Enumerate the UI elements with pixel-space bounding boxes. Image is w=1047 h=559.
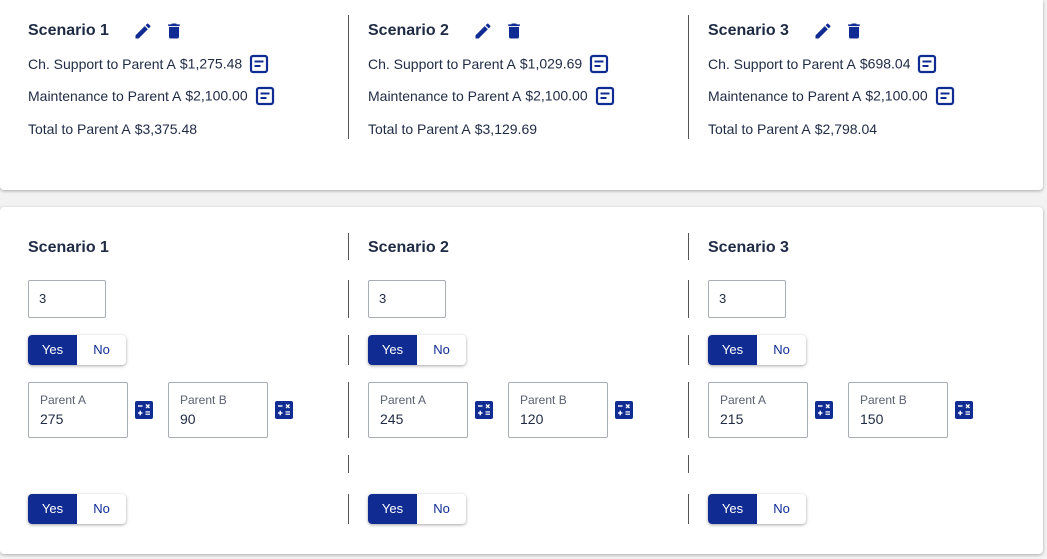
notes-icon[interactable] — [249, 54, 269, 74]
scenario-title: Scenario 3 — [708, 239, 789, 256]
maintenance-line: Maintenance to Parent A $2,100.00 — [28, 86, 275, 107]
notes-icon[interactable] — [935, 86, 955, 106]
maintenance-line: Maintenance to Parent A $2,100.00 — [368, 86, 615, 107]
scenario-title: Scenario 3 — [708, 22, 789, 39]
yes-option[interactable]: Yes — [28, 494, 77, 524]
total-value: $3,375.48 — [134, 121, 198, 137]
total-label: Total to Parent A — [368, 121, 471, 137]
input-scenario-1: Scenario 1 3 Yes No Parent A 275 Parent … — [28, 207, 358, 554]
total-label: Total to Parent A — [28, 121, 131, 137]
parent-b-value: 150 — [860, 411, 884, 427]
notes-icon[interactable] — [917, 54, 937, 74]
total-label: Total to Parent A — [708, 121, 811, 137]
yes-no-toggle: Yes No — [708, 494, 806, 524]
calculator-icon[interactable] — [955, 401, 973, 419]
support-line: Ch. Support to Parent A $698.04 — [708, 54, 937, 75]
no-option[interactable]: No — [417, 494, 466, 524]
support-label: Ch. Support to Parent A — [368, 55, 516, 72]
input-scenario-2: Scenario 2 3 Yes No Parent A 245 Parent … — [368, 207, 698, 554]
parent-a-value: 275 — [40, 411, 64, 427]
support-value: $1,029.69 — [519, 55, 583, 72]
inputs-card: Scenario 1 3 Yes No Parent A 275 Parent … — [0, 207, 1043, 554]
parent-b-label: Parent B — [520, 393, 567, 407]
edit-icon[interactable] — [813, 21, 833, 41]
total-line: Total to Parent A $3,129.69 — [368, 121, 537, 137]
parent-b-field[interactable]: Parent B 90 — [168, 382, 268, 438]
yes-no-toggle: Yes No — [368, 335, 466, 365]
children-count-input[interactable]: 3 — [368, 280, 446, 318]
notes-icon[interactable] — [255, 86, 275, 106]
parent-b-field[interactable]: Parent B 120 — [508, 382, 608, 438]
scenario-title: Scenario 1 — [28, 239, 109, 256]
yes-option[interactable]: Yes — [28, 335, 77, 365]
support-value: $698.04 — [859, 55, 911, 72]
support-value: $1,275.48 — [179, 55, 243, 72]
calculator-icon[interactable] — [615, 401, 633, 419]
calculator-icon[interactable] — [475, 401, 493, 419]
maintenance-value: $2,100.00 — [185, 87, 248, 104]
yes-option[interactable]: Yes — [368, 494, 417, 524]
parent-b-value: 90 — [180, 411, 196, 427]
no-option[interactable]: No — [757, 494, 806, 524]
parent-b-field[interactable]: Parent B 150 — [848, 382, 948, 438]
notes-icon[interactable] — [589, 54, 609, 74]
yes-option[interactable]: Yes — [708, 494, 757, 524]
support-line: Ch. Support to Parent A $1,275.48 — [28, 54, 269, 75]
yes-option[interactable]: Yes — [708, 335, 757, 365]
yes-no-toggle: Yes No — [708, 335, 806, 365]
no-option[interactable]: No — [757, 335, 806, 365]
parent-b-label: Parent B — [860, 393, 907, 407]
input-scenario-3: Scenario 3 3 Yes No Parent A 215 Parent … — [708, 207, 1038, 554]
support-label: Ch. Support to Parent A — [708, 55, 856, 72]
scenario-title: Scenario 2 — [368, 22, 449, 39]
total-value: $2,798.04 — [814, 121, 878, 137]
maintenance-label: Maintenance to Parent A — [28, 87, 182, 104]
no-option[interactable]: No — [77, 494, 126, 524]
yes-option[interactable]: Yes — [368, 335, 417, 365]
trash-icon[interactable] — [504, 21, 524, 41]
maintenance-value: $2,100.00 — [865, 87, 928, 104]
summary-scenario-2: Scenario 2 Ch. Support to Parent A $1,029… — [368, 0, 698, 190]
summary-scenario-1: Scenario 1 Ch. Support to Parent A $1,275… — [28, 0, 358, 190]
support-line: Ch. Support to Parent A $1,029.69 — [368, 54, 609, 75]
maintenance-line: Maintenance to Parent A $2,100.00 — [708, 86, 955, 107]
children-count-input[interactable]: 3 — [28, 280, 106, 318]
yes-no-toggle: Yes No — [368, 494, 466, 524]
scenario-title: Scenario 2 — [368, 239, 449, 256]
no-option[interactable]: No — [417, 335, 466, 365]
total-line: Total to Parent A $2,798.04 — [708, 121, 877, 137]
maintenance-label: Maintenance to Parent A — [368, 87, 522, 104]
calculator-icon[interactable] — [275, 401, 293, 419]
children-count-input[interactable]: 3 — [708, 280, 786, 318]
parent-a-value: 245 — [380, 411, 404, 427]
edit-icon[interactable] — [473, 21, 493, 41]
parent-a-field[interactable]: Parent A 215 — [708, 382, 808, 438]
total-value: $3,129.69 — [474, 121, 538, 137]
parent-a-field[interactable]: Parent A 275 — [28, 382, 128, 438]
parent-a-label: Parent A — [380, 393, 427, 407]
trash-icon[interactable] — [844, 21, 864, 41]
yes-no-toggle: Yes No — [28, 335, 126, 365]
parent-a-field[interactable]: Parent A 245 — [368, 382, 468, 438]
edit-icon[interactable] — [133, 21, 153, 41]
maintenance-value: $2,100.00 — [525, 87, 588, 104]
parent-b-label: Parent B — [180, 393, 227, 407]
parent-b-value: 120 — [520, 411, 544, 427]
support-label: Ch. Support to Parent A — [28, 55, 176, 72]
trash-icon[interactable] — [164, 21, 184, 41]
calculator-icon[interactable] — [135, 401, 153, 419]
scenario-title: Scenario 1 — [28, 22, 109, 39]
parent-a-label: Parent A — [720, 393, 767, 407]
maintenance-label: Maintenance to Parent A — [708, 87, 862, 104]
notes-icon[interactable] — [595, 86, 615, 106]
no-option[interactable]: No — [77, 335, 126, 365]
parent-a-label: Parent A — [40, 393, 87, 407]
summary-card: Scenario 1 Ch. Support to Parent A $1,275… — [0, 0, 1043, 190]
yes-no-toggle: Yes No — [28, 494, 126, 524]
parent-a-value: 215 — [720, 411, 744, 427]
total-line: Total to Parent A $3,375.48 — [28, 121, 197, 137]
calculator-icon[interactable] — [815, 401, 833, 419]
summary-scenario-3: Scenario 3 Ch. Support to Parent A $698.0… — [708, 0, 1038, 190]
